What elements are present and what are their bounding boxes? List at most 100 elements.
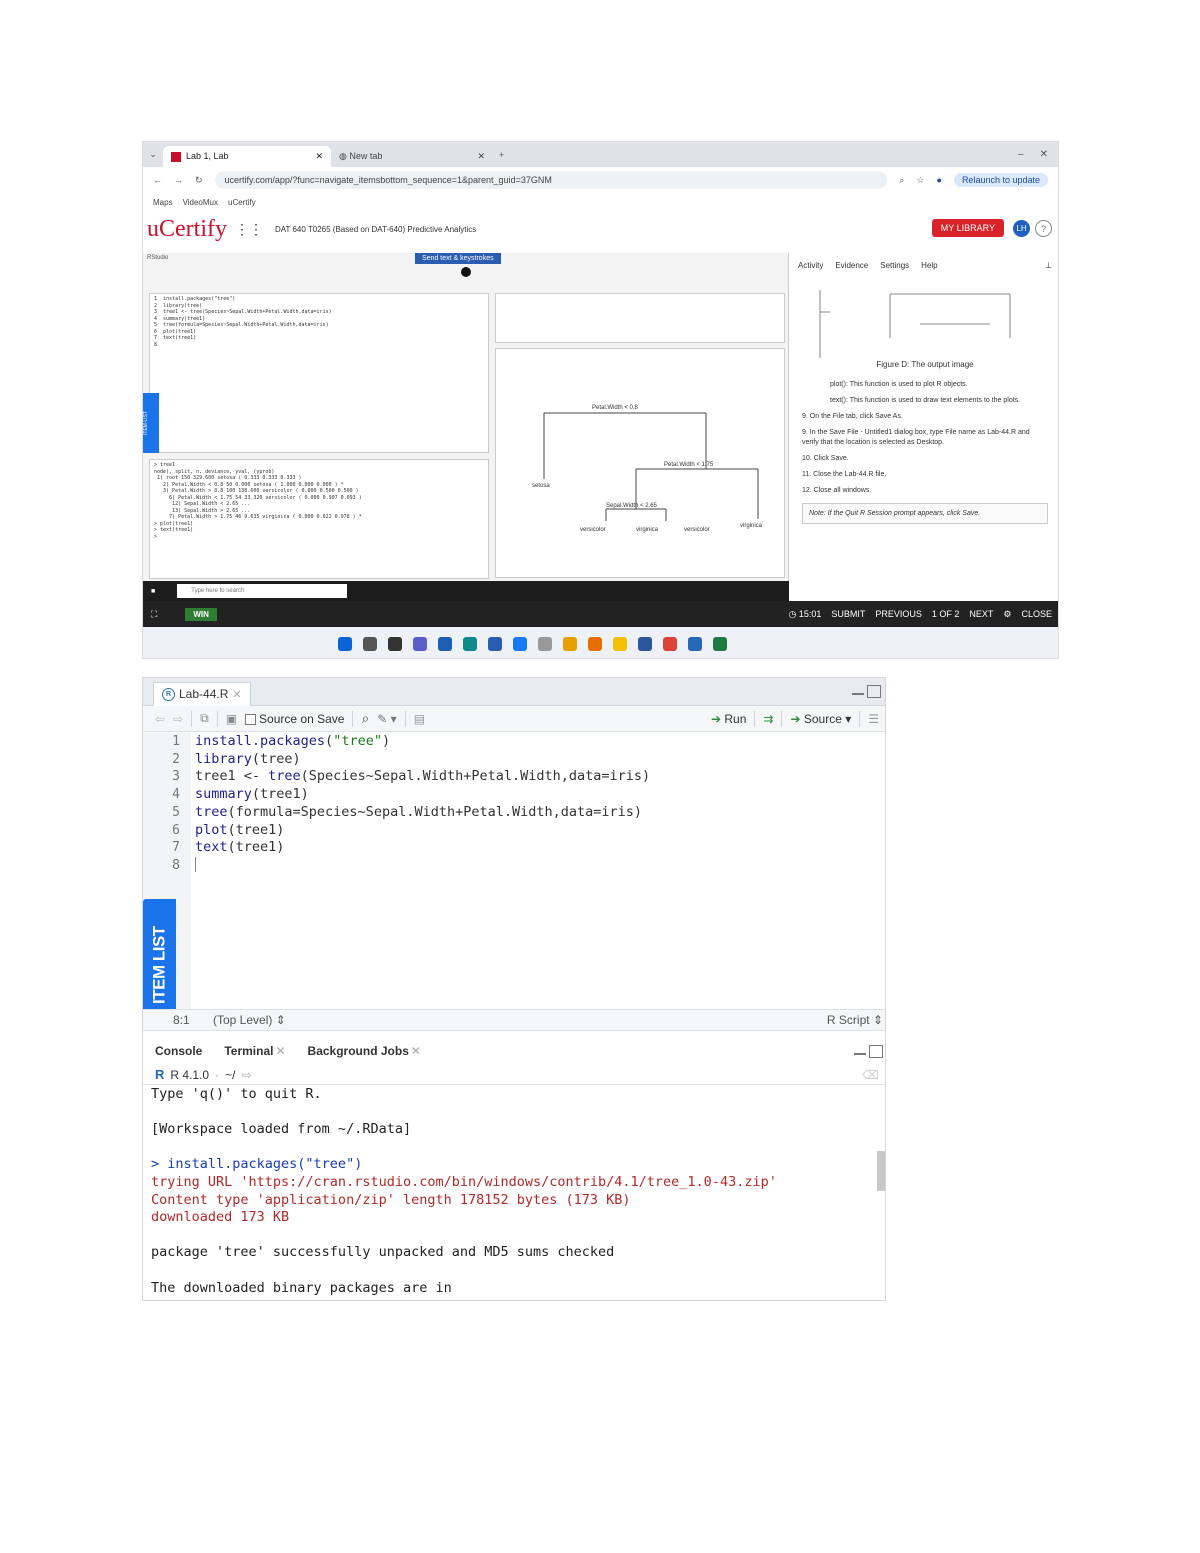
tab-evidence[interactable]: Evidence	[835, 261, 868, 270]
folder-icon[interactable]	[563, 636, 577, 651]
tab-settings[interactable]: Settings	[880, 261, 909, 270]
task-view-icon[interactable]	[388, 636, 402, 651]
excel-icon[interactable]	[713, 636, 727, 651]
settings-icon[interactable]: ⚙	[1003, 609, 1011, 620]
close-button[interactable]: CLOSE	[1021, 609, 1052, 620]
previous-button[interactable]: PREVIOUS	[875, 609, 922, 620]
code-editor[interactable]: 1 2 3 4 5 6 7 8 install.packages("tree")…	[143, 733, 885, 1009]
tree-leaf-setosa: setosa	[532, 483, 550, 489]
wand-icon[interactable]: ✎ ▾	[377, 712, 396, 726]
forward-icon[interactable]: →	[174, 175, 183, 185]
find-icon[interactable]: ⌕	[361, 710, 369, 727]
zoom-app-icon[interactable]	[438, 636, 452, 651]
tab-background-jobs[interactable]: Background Jobs ✕	[308, 1044, 421, 1058]
files-icon[interactable]	[613, 636, 627, 651]
rstudio-icon[interactable]	[688, 636, 702, 651]
tab-search-icon[interactable]: ⌄	[143, 149, 163, 160]
console-scroll-thumb[interactable]	[877, 1151, 885, 1191]
taskbar-search[interactable]: Type here to search	[177, 584, 348, 598]
send-keys-button[interactable]: Send text & keystrokes	[415, 253, 501, 264]
maximize-pane-icon[interactable]	[867, 685, 881, 698]
globe-icon: ◍	[339, 151, 350, 161]
browser-tab-newtab[interactable]: ◍ New tab ✕	[331, 146, 493, 167]
compile-report-icon[interactable]: ▤	[414, 712, 425, 726]
tab-console[interactable]: Console	[155, 1044, 202, 1058]
course-title: DAT 640 T0265 (Based on DAT-640) Predict…	[274, 224, 477, 234]
console-output[interactable]: Type 'q()' to quit R. [Workspace loaded …	[151, 1086, 873, 1297]
update-button[interactable]: Relaunch to update	[953, 173, 1048, 187]
working-directory[interactable]: ~/	[225, 1068, 235, 1082]
edge-icon[interactable]	[463, 636, 477, 651]
browser-tab-active[interactable]: Lab 1, Lab ✕	[163, 146, 331, 167]
minimize-icon[interactable]: –	[1018, 149, 1024, 160]
minimize-pane-icon[interactable]	[852, 685, 864, 695]
close-icon[interactable]: ✕	[275, 1044, 285, 1058]
note-box: Note: If the Quit R Session prompt appea…	[802, 503, 1048, 524]
record-icon[interactable]	[461, 267, 471, 277]
go-to-directory-icon[interactable]: ⇨	[241, 1068, 251, 1082]
app-icon[interactable]	[538, 636, 552, 651]
tab-activity[interactable]: Activity	[798, 261, 823, 270]
submit-button[interactable]: SUBMIT	[831, 609, 865, 620]
back-icon[interactable]: ⇦	[155, 712, 165, 726]
close-window-icon[interactable]: ✕	[1040, 149, 1048, 160]
page-indicator: 1 OF 2	[931, 608, 960, 619]
mini-environment-pane	[495, 293, 785, 343]
source-button[interactable]: ➔ Source ▾	[790, 712, 851, 726]
apps-grid-icon[interactable]: ⋮⋮	[235, 221, 263, 238]
start-icon[interactable]	[338, 636, 352, 651]
avatar[interactable]: LH	[1013, 220, 1030, 237]
minimize-pane-icon[interactable]	[854, 1045, 866, 1055]
tab-help[interactable]: Help	[921, 261, 937, 270]
win-button[interactable]: WIN	[185, 607, 217, 621]
search-icon[interactable]	[363, 636, 377, 651]
lab-bottom-bar: ⛶ WIN ◷ 15:01 SUBMIT PREVIOUS 1 OF 2 NEX…	[143, 601, 1058, 627]
chrome-icon[interactable]	[663, 636, 677, 651]
bookmark-maps[interactable]: Maps	[153, 198, 173, 207]
fullscreen-icon[interactable]: ⛶	[151, 609, 157, 620]
pin-icon[interactable]: ⊥	[1045, 261, 1052, 270]
source-on-save-checkbox[interactable]: Source on Save	[245, 712, 344, 726]
windows-taskbar-mini: ■ Type here to search	[143, 581, 789, 601]
mail-icon[interactable]	[513, 636, 527, 651]
scope-selector[interactable]: (Top Level) ⇕	[213, 1013, 286, 1027]
url-field[interactable]: ucertify.com/app/?func=navigate_itemsbot…	[214, 171, 888, 189]
new-tab-icon[interactable]: +	[499, 150, 504, 160]
item-list-tab-mini[interactable]: ITEM LIST	[143, 393, 159, 453]
bookmark-videomux[interactable]: VideoMux	[183, 198, 218, 207]
help-icon[interactable]: ?	[1035, 220, 1052, 237]
firefox-icon[interactable]	[588, 636, 602, 651]
outline-icon[interactable]: ☰	[868, 712, 885, 726]
next-button[interactable]: NEXT	[969, 609, 993, 620]
word-icon[interactable]	[638, 636, 652, 651]
star-icon[interactable]: ☆	[916, 175, 924, 186]
browser-tabbar: ⌄ Lab 1, Lab ✕ ◍ New tab ✕ + – ✕	[143, 142, 1058, 167]
reload-icon[interactable]: ↻	[195, 175, 203, 186]
mini-editor-pane: 1 install.packages("tree") 2 library(tre…	[149, 293, 489, 453]
close-icon[interactable]: ✕	[232, 688, 241, 701]
r-file-icon: R	[162, 687, 175, 701]
store-icon[interactable]	[488, 636, 502, 651]
my-library-button[interactable]: MY LIBRARY	[931, 219, 1004, 237]
clear-console-icon[interactable]: ⌫	[862, 1068, 885, 1082]
console-scrollbar[interactable]	[877, 1088, 885, 1298]
teams-icon[interactable]	[413, 636, 427, 651]
console-tabbar: Console Terminal ✕ Background Jobs ✕	[143, 1039, 885, 1063]
windows-start-icon[interactable]: ■	[151, 588, 155, 595]
back-icon[interactable]: ←	[153, 175, 162, 185]
zoom-icon[interactable]: ⌕	[899, 175, 904, 186]
bookmark-ucertify[interactable]: uCertify	[228, 198, 256, 207]
rerun-icon[interactable]: ⇉	[763, 712, 773, 726]
editor-tab[interactable]: R Lab-44.R ✕	[153, 681, 251, 706]
run-button[interactable]: ➔ Run	[711, 712, 746, 726]
close-icon[interactable]: ✕	[411, 1044, 421, 1058]
close-icon[interactable]: ✕	[477, 151, 485, 162]
forward-icon[interactable]: ⇨	[173, 712, 183, 726]
maximize-pane-icon[interactable]	[869, 1044, 883, 1058]
save-icon[interactable]: ▣	[226, 712, 237, 726]
profile-icon[interactable]: ●	[937, 175, 942, 185]
show-in-window-icon[interactable]: ⧉	[200, 711, 209, 726]
close-icon[interactable]: ✕	[315, 151, 323, 162]
file-type-selector[interactable]: R Script ⇕	[827, 1013, 885, 1027]
tab-terminal[interactable]: Terminal ✕	[224, 1044, 285, 1058]
